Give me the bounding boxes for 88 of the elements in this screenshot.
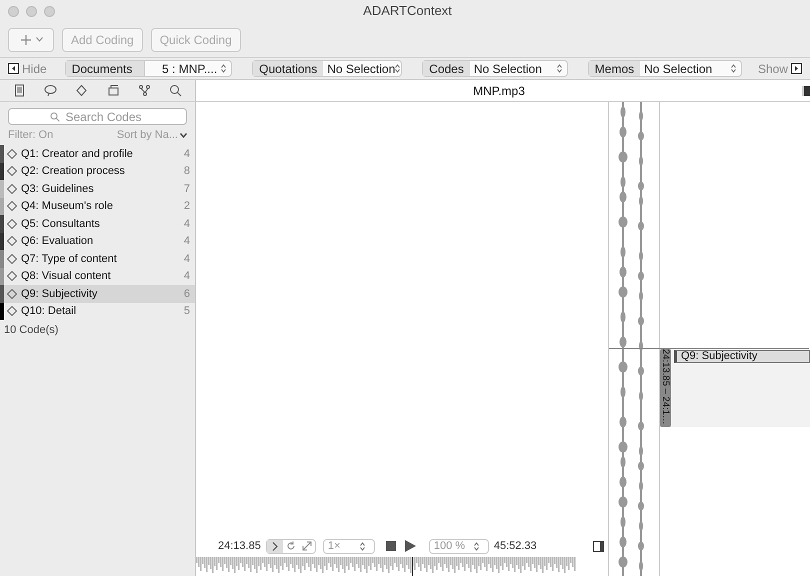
code-name: Q7: Type of content [21, 252, 118, 266]
code-list-item[interactable]: Q7: Type of content 4 [0, 250, 195, 268]
stepper-icon [395, 64, 400, 73]
diamond-icon [7, 218, 17, 229]
code-count: 4 [184, 252, 190, 266]
diamond-icon [7, 236, 17, 246]
panel-left-icon [8, 63, 19, 74]
code-list-item[interactable]: Q10: Detail 5 [0, 302, 195, 320]
code-count: 2 [184, 199, 190, 214]
search-field[interactable]: Search Codes [8, 108, 187, 125]
diamond-icon [7, 148, 17, 159]
code-count: 4 [184, 216, 190, 232]
chevron-down-icon [180, 133, 187, 138]
dropdown-label: Codes [423, 61, 470, 76]
code-count: 5 [184, 304, 190, 319]
stepper-icon [556, 64, 562, 73]
code-list-item[interactable]: Q1: Creator and profile 4 [0, 145, 195, 162]
memo-icon[interactable] [106, 84, 120, 97]
forward-button[interactable] [266, 540, 283, 552]
network-icon[interactable] [138, 84, 151, 97]
code-count: 4 [184, 269, 190, 284]
stepper-icon [730, 64, 736, 73]
code-count-footer: 10 Code(s) [0, 322, 195, 338]
code-name: Q9: Subjectivity [21, 286, 98, 302]
expand-icon [302, 541, 312, 551]
dropdown-label: Quotations [253, 61, 324, 76]
plus-icon [20, 34, 32, 46]
panel-toggle-icon[interactable] [593, 540, 604, 552]
diamond-icon [7, 201, 17, 212]
code-name: Q2: Creation process [21, 164, 126, 179]
navigator-dropdown[interactable]: Quotations No Selection [252, 60, 402, 77]
dropdown-value: No Selection [643, 60, 714, 78]
diamond-icon [7, 254, 17, 264]
stepper-icon [360, 542, 365, 550]
loop-icon [286, 541, 296, 551]
navigator-dropdown[interactable]: Codes No Selection [422, 60, 568, 77]
quotation-range: 24:13.85 – 24:1… [660, 349, 671, 427]
code-list-item[interactable]: Q2: Creation process 8 [0, 162, 195, 180]
dropdown-value: 5 : MNP.... [161, 60, 218, 78]
code-count: 6 [184, 286, 190, 302]
code-icon[interactable] [75, 84, 88, 97]
window-title: ADARTContext [363, 2, 452, 20]
search-icon[interactable] [168, 84, 182, 97]
code-count: 4 [184, 146, 190, 162]
add-menu-button[interactable] [8, 28, 54, 52]
code-name: Q6: Evaluation [21, 234, 94, 249]
panel-right-icon [790, 63, 802, 74]
code-list-item[interactable]: Q3: Guidelines 7 [0, 180, 195, 198]
code-list-item[interactable]: Q4: Museum's role 2 [0, 198, 195, 215]
chevron-right-icon [272, 542, 278, 550]
code-count: 8 [184, 164, 190, 179]
margin-code-tag[interactable]: Q9: Subjectivity [674, 350, 810, 363]
quotation-icon[interactable] [44, 84, 58, 97]
code-name: Q10: Detail [21, 304, 78, 319]
code-list-item[interactable]: Q6: Evaluation 4 [0, 232, 195, 250]
play-icon[interactable] [404, 540, 416, 552]
navigator-dropdown[interactable]: Memos No Selection [588, 60, 742, 77]
code-name: Q3: Guidelines [21, 182, 95, 196]
diamond-icon [7, 306, 17, 316]
dropdown-label: Documents [66, 61, 146, 76]
code-count: 7 [184, 182, 190, 196]
document-icon[interactable] [13, 84, 26, 97]
diamond-icon [7, 288, 17, 299]
code-list-item[interactable]: Q8: Visual content 4 [0, 268, 195, 285]
search-icon [50, 112, 60, 122]
code-count: 4 [184, 234, 190, 249]
navigator-dropdown[interactable]: Documents 5 : MNP.... [64, 60, 232, 77]
dropdown-value: No Selection [326, 60, 396, 78]
code-name: Q4: Museum's role [21, 199, 114, 214]
current-time: 24:13.85 [218, 538, 261, 554]
code-name: Q8: Visual content [21, 269, 112, 284]
code-list-item[interactable]: Q9: Subjectivity 6 [0, 285, 195, 302]
diamond-icon [7, 166, 17, 176]
code-name: Q5: Consultants [21, 216, 101, 232]
duration: 45:52.33 [494, 538, 537, 554]
code-name: Q1: Creator and profile [21, 146, 134, 162]
stepper-icon [221, 64, 226, 73]
dropdown-value: No Selection [472, 60, 543, 78]
stepper-icon [474, 542, 479, 550]
margin-toggle-icon[interactable] [802, 86, 810, 96]
chevron-down-icon [36, 37, 42, 42]
stop-button[interactable] [386, 541, 396, 551]
filter-status: Filter: On [8, 128, 54, 144]
dropdown-label: Memos [588, 61, 640, 76]
diamond-icon [7, 184, 17, 194]
diamond-icon [7, 271, 17, 282]
document-title: MNP.mp3 [473, 82, 525, 100]
code-list-item[interactable]: Q5: Consultants 4 [0, 215, 195, 232]
